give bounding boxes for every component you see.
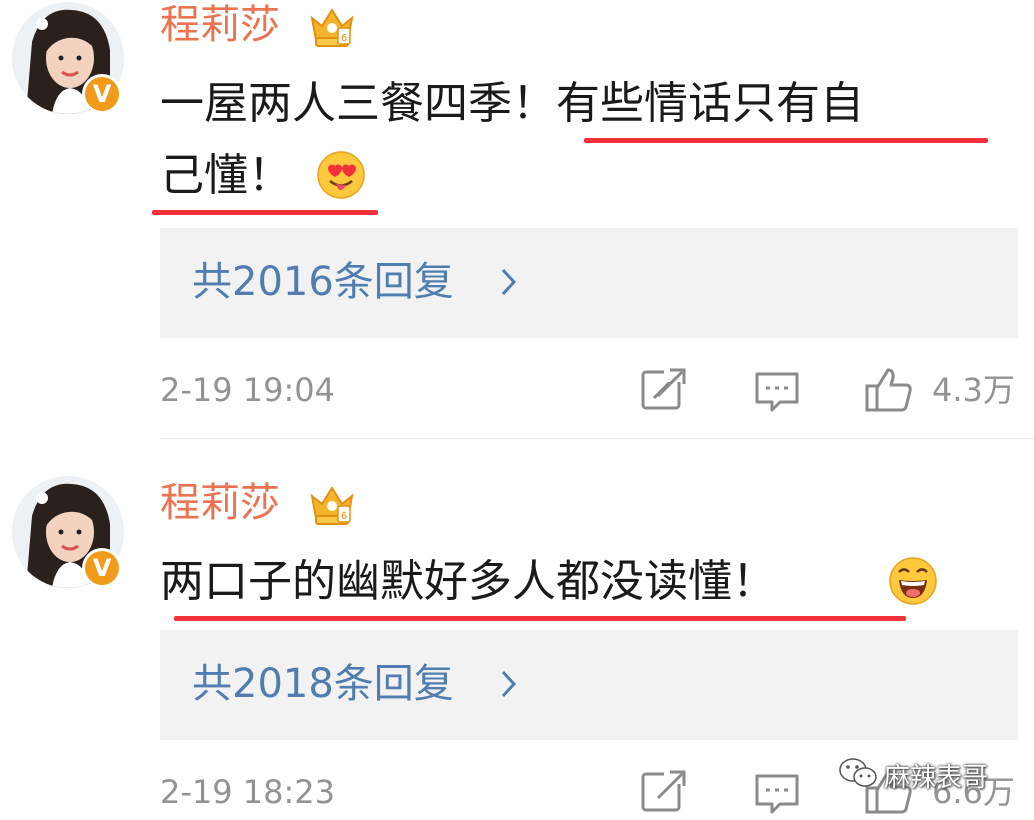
laughing-emoji xyxy=(888,556,938,610)
username[interactable]: 程莉莎 xyxy=(160,0,280,50)
like-count: 4.3万 xyxy=(932,371,1015,409)
timestamp: 2-19 19:04 xyxy=(160,371,336,409)
replies-panel[interactable]: 共2018条回复 xyxy=(160,630,1018,740)
comment-icon[interactable] xyxy=(754,370,800,418)
chevron-right-icon xyxy=(500,668,518,704)
highlight-underline xyxy=(174,616,906,621)
replies-panel[interactable]: 共2016条回复 xyxy=(160,228,1018,338)
view-replies-link[interactable]: 共2018条回复 xyxy=(192,658,454,710)
comment-text-line: 一屋两人三餐四季！有些情话只有自 xyxy=(160,78,864,129)
heart-eyes-tongue-emoji xyxy=(316,150,366,204)
like-icon[interactable] xyxy=(864,366,914,418)
verified-badge: V xyxy=(82,548,122,588)
verified-badge: V xyxy=(82,74,122,114)
crown-vip-icon: 6 xyxy=(308,482,356,530)
chevron-right-icon xyxy=(500,266,518,302)
crown-vip-icon: 6 xyxy=(308,4,356,52)
username[interactable]: 程莉莎 xyxy=(160,478,280,528)
timestamp: 2-19 18:23 xyxy=(160,773,336,811)
comment-item: V 程莉莎 6 一屋两人三餐四季！有些情话只有自 己懂！ 共2016条回复 2-… xyxy=(0,0,1034,440)
watermark: 麻辣表哥 xyxy=(838,756,988,794)
repost-icon[interactable] xyxy=(640,770,686,818)
view-replies-link[interactable]: 共2016条回复 xyxy=(192,256,454,308)
repost-icon[interactable] xyxy=(640,368,686,416)
comment-text-line: 两口子的幽默好多人都没读懂！ xyxy=(160,556,776,607)
comment-text-line: 己懂！ xyxy=(160,150,292,201)
watermark-text: 麻辣表哥 xyxy=(884,762,989,793)
highlight-underline xyxy=(152,210,378,215)
comment-icon[interactable] xyxy=(754,772,800,820)
svg-text:6: 6 xyxy=(341,511,347,522)
highlight-underline xyxy=(584,138,988,143)
divider xyxy=(160,438,1034,439)
svg-text:6: 6 xyxy=(341,33,347,44)
wechat-icon xyxy=(838,756,878,794)
